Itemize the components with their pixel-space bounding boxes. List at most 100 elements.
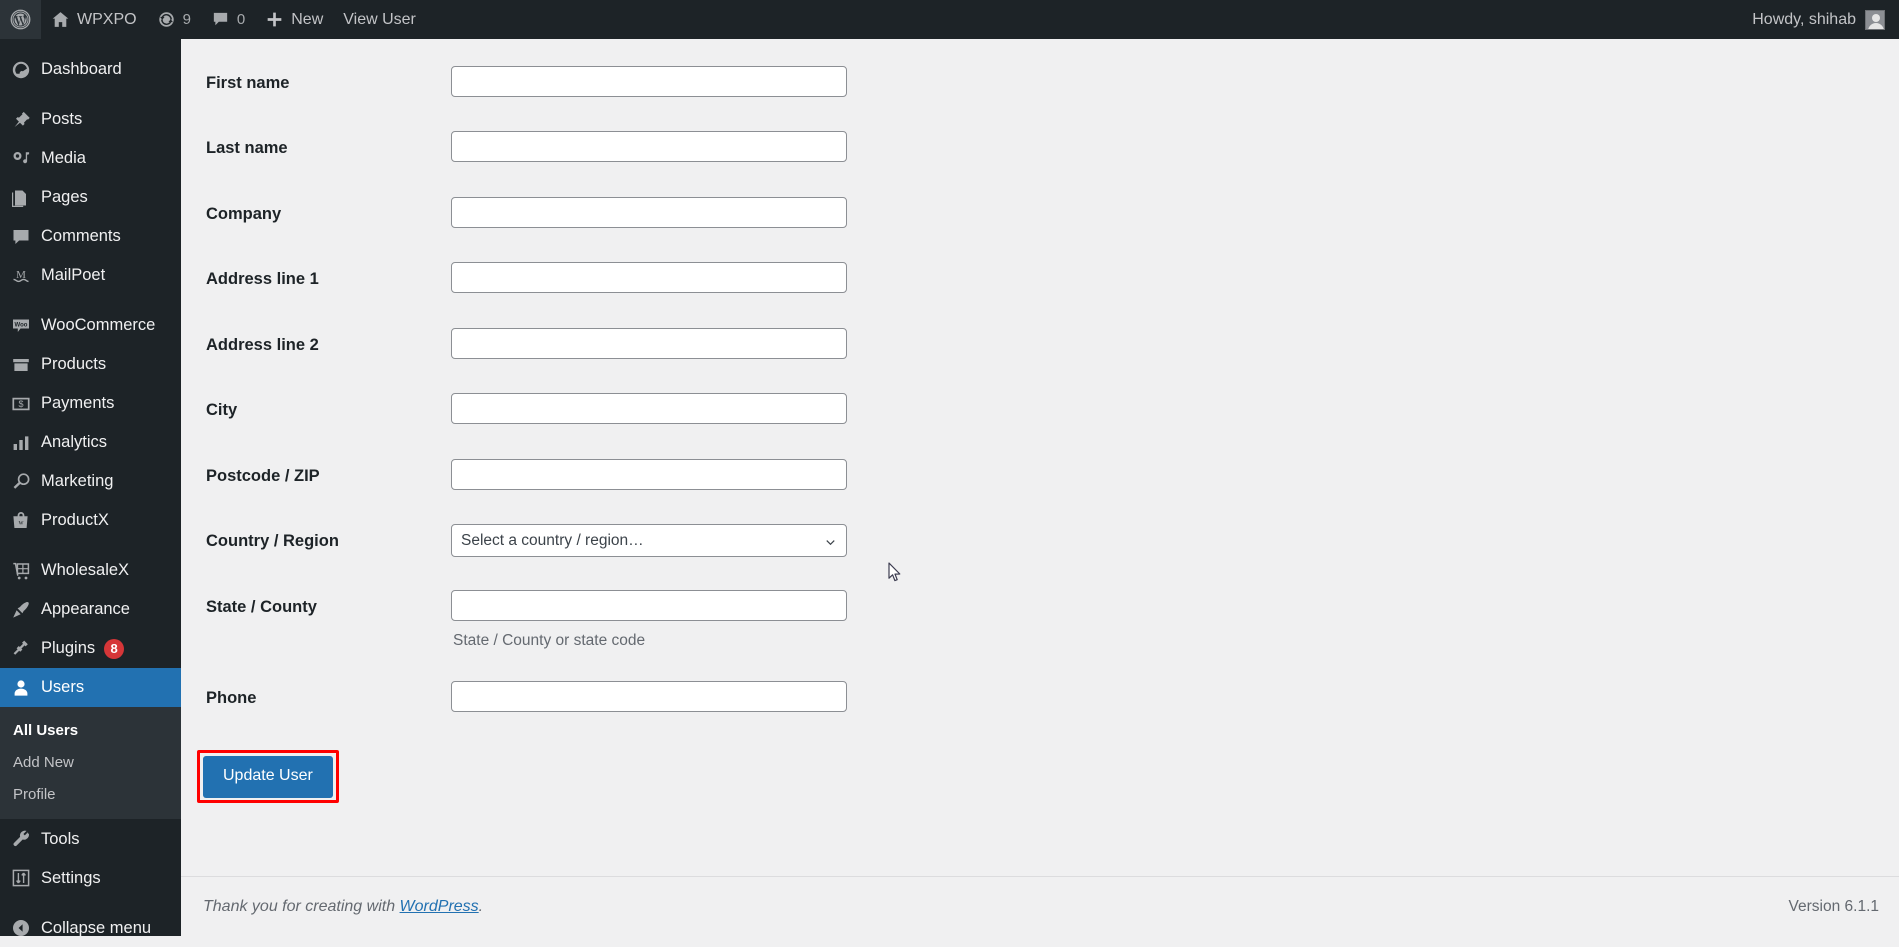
- sidebar-subitem-profile[interactable]: Profile: [0, 779, 181, 811]
- company-input[interactable]: [451, 197, 847, 228]
- howdy-label: Howdy, shihab: [1752, 11, 1856, 29]
- state-county-input[interactable]: [451, 590, 847, 621]
- menu-spacer-1: [0, 89, 181, 100]
- last-name-input[interactable]: [451, 131, 847, 162]
- update-icon: [157, 10, 176, 29]
- sidebar-item-dashboard[interactable]: Dashboard: [0, 50, 181, 89]
- wordpress-logo-icon: [10, 9, 31, 30]
- sidebar-item-media[interactable]: Media: [0, 139, 181, 178]
- sidebar-item-label: Settings: [41, 870, 101, 887]
- sidebar-item-label: WooCommerce: [41, 317, 155, 334]
- field-control: [441, 313, 857, 374]
- field-row-first-name: First name: [181, 51, 1899, 116]
- admin-sidebar-menu: Dashboard Posts Media Pages Comments M: [0, 39, 181, 936]
- updates-count: 9: [183, 11, 191, 28]
- field-control: [441, 51, 857, 112]
- sidebar-item-woocommerce[interactable]: Woo WooCommerce: [0, 306, 181, 345]
- sidebar-item-label: ProductX: [41, 512, 109, 529]
- state-county-description: State / County or state code: [451, 621, 847, 652]
- my-account-menu[interactable]: Howdy, shihab: [1752, 10, 1899, 30]
- comment-bubble-icon: [211, 10, 230, 29]
- products-icon: [11, 355, 41, 375]
- footer-thanks: Thank you for creating with WordPress.: [203, 898, 483, 916]
- sidebar-item-comments[interactable]: Comments: [0, 217, 181, 256]
- admin-footer: Thank you for creating with WordPress. V…: [181, 876, 1899, 936]
- sidebar-item-plugins[interactable]: Plugins 8: [0, 629, 181, 668]
- field-control: State / County or state code: [441, 575, 857, 667]
- field-control: [441, 444, 857, 505]
- users-submenu: All Users Add New Profile: [0, 707, 181, 819]
- plus-icon: [265, 10, 284, 29]
- sidebar-item-label: Users: [41, 679, 84, 696]
- view-user-link[interactable]: View User: [333, 0, 426, 39]
- sidebar-subitem-all-users[interactable]: All Users: [0, 715, 181, 747]
- phone-input[interactable]: [451, 681, 847, 712]
- site-name-menu[interactable]: WPXPO: [41, 0, 147, 39]
- country-region-select[interactable]: Select a country / region…: [451, 524, 847, 557]
- field-row-postcode-zip: Postcode / ZIP: [181, 444, 1899, 509]
- field-control: [441, 666, 857, 727]
- field-label: Last name: [181, 116, 441, 181]
- woocommerce-icon: Woo: [11, 316, 41, 336]
- collapse-menu-button[interactable]: Collapse menu: [0, 908, 181, 947]
- menu-spacer-3: [0, 540, 181, 551]
- settings-icon: [11, 868, 41, 888]
- menu-spacer-top: [0, 39, 181, 50]
- field-row-country-region: Country / Region Select a country / regi…: [181, 509, 1899, 574]
- sidebar-item-marketing[interactable]: Marketing: [0, 462, 181, 501]
- productx-icon: w: [11, 511, 41, 531]
- megaphone-icon: [11, 472, 41, 492]
- sidebar-item-analytics[interactable]: Analytics: [0, 423, 181, 462]
- address-line-1-input[interactable]: [451, 262, 847, 293]
- update-user-button[interactable]: Update User: [203, 756, 333, 797]
- field-row-address-line-1: Address line 1: [181, 247, 1899, 312]
- field-row-phone: Phone: [181, 666, 1899, 731]
- field-label: Country / Region: [181, 509, 441, 574]
- field-control: [441, 182, 857, 243]
- wholesalex-icon: [11, 561, 41, 581]
- sidebar-item-payments[interactable]: $ Payments: [0, 384, 181, 423]
- field-control: Select a country / region…: [441, 509, 857, 572]
- menu-spacer-2: [0, 295, 181, 306]
- field-row-last-name: Last name: [181, 116, 1899, 181]
- field-label: City: [181, 378, 441, 443]
- pin-icon: [11, 110, 41, 130]
- sidebar-item-label: Pages: [41, 189, 88, 206]
- sidebar-item-settings[interactable]: Settings: [0, 858, 181, 897]
- first-name-input[interactable]: [451, 66, 847, 97]
- sidebar-item-appearance[interactable]: Appearance: [0, 590, 181, 629]
- analytics-icon: [11, 433, 41, 453]
- sidebar-item-label: WholesaleX: [41, 562, 129, 579]
- sidebar-item-mailpoet[interactable]: M MailPoet: [0, 256, 181, 295]
- dashboard-icon: [11, 60, 41, 80]
- wp-logo-menu[interactable]: [0, 0, 41, 39]
- home-icon: [51, 10, 70, 29]
- sidebar-item-posts[interactable]: Posts: [0, 100, 181, 139]
- collapse-arrow-icon: [11, 918, 41, 938]
- field-control: [441, 378, 857, 439]
- sidebar-item-products[interactable]: Products: [0, 345, 181, 384]
- new-content-menu[interactable]: New: [255, 0, 333, 39]
- updates-menu[interactable]: 9: [147, 0, 201, 39]
- city-input[interactable]: [451, 393, 847, 424]
- country-region-select-wrap: Select a country / region…: [451, 524, 847, 557]
- comment-icon: [11, 227, 41, 247]
- wordpress-link[interactable]: WordPress: [400, 898, 479, 915]
- collapse-menu-label: Collapse menu: [41, 920, 151, 937]
- comments-menu[interactable]: 0: [201, 0, 255, 39]
- admin-bar: WPXPO 9 0 New View User Howdy, sh: [0, 0, 1899, 39]
- address-line-2-input[interactable]: [451, 328, 847, 359]
- sidebar-item-label: Comments: [41, 228, 121, 245]
- sidebar-item-pages[interactable]: Pages: [0, 178, 181, 217]
- sidebar-item-wholesalex[interactable]: WholesaleX: [0, 551, 181, 590]
- postcode-zip-input[interactable]: [451, 459, 847, 490]
- sidebar-item-tools[interactable]: Tools: [0, 819, 181, 858]
- appearance-icon: [11, 600, 41, 620]
- sidebar-item-label: MailPoet: [41, 267, 105, 284]
- sidebar-subitem-add-new[interactable]: Add New: [0, 747, 181, 779]
- footer-thanks-suffix: .: [479, 898, 483, 915]
- payments-icon: $: [11, 394, 41, 414]
- sidebar-item-users[interactable]: Users: [0, 668, 181, 707]
- field-label: Company: [181, 182, 441, 247]
- sidebar-item-productx[interactable]: w ProductX: [0, 501, 181, 540]
